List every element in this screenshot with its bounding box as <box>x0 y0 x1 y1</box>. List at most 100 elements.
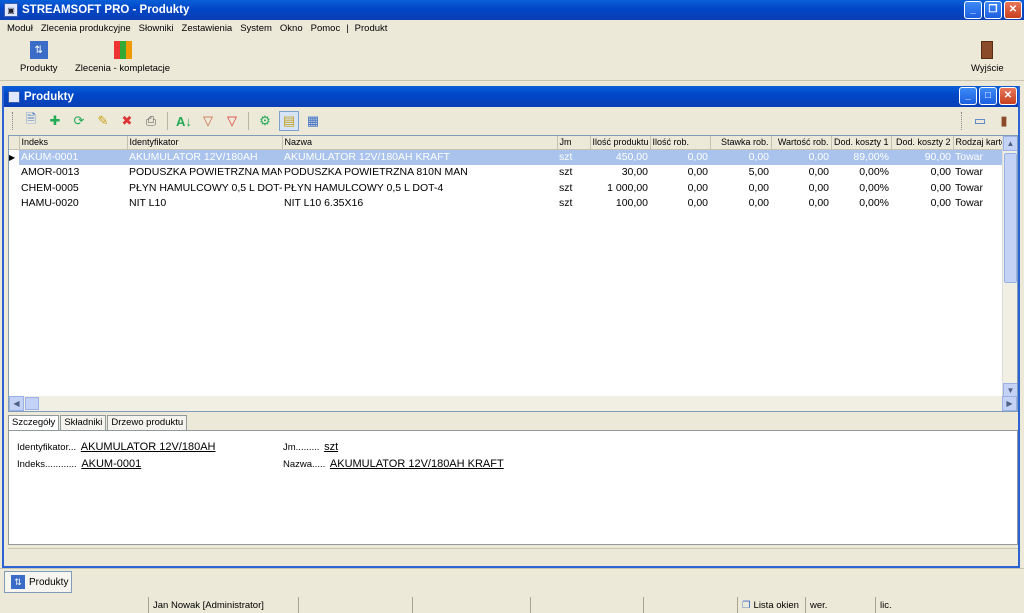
nazwa-value[interactable]: AKUMULATOR 12V/180AH KRAFT <box>330 458 504 470</box>
column-header[interactable]: Identyfikator <box>127 136 283 150</box>
orders-icon <box>113 41 132 59</box>
column-header[interactable]: Indeks <box>19 136 128 150</box>
taskbar-produkty-label: Produkty <box>29 576 69 588</box>
menu-item-system[interactable]: System <box>236 23 276 34</box>
column-header[interactable]: Jm <box>557 136 591 150</box>
tree-view-icon[interactable]: ▤ <box>279 111 299 131</box>
nazwa-label: Nazwa..... <box>283 459 326 470</box>
menu-item-okno[interactable]: Okno <box>276 23 307 34</box>
table-cell: szt <box>559 197 573 210</box>
column-header[interactable]: Stawka rob. <box>710 136 772 150</box>
table-cell: NIT L10 <box>129 197 167 210</box>
scroll-up-icon[interactable]: ▲ <box>1003 136 1017 151</box>
table-cell: szt <box>559 181 573 194</box>
windows-list-button[interactable]: ❐ Lista okien <box>737 597 805 613</box>
products-table: Indeks Identyfikator Nazwa Jm Ilość prod… <box>9 136 1010 211</box>
table-cell: 450,00 <box>590 149 650 165</box>
maximize-icon[interactable]: □ <box>979 87 997 105</box>
jm-value[interactable]: szt <box>324 441 338 453</box>
jm-label: Jm......... <box>283 442 320 453</box>
calculator-icon[interactable]: ▦ <box>303 111 323 131</box>
minimize-icon[interactable]: _ <box>959 87 977 105</box>
hscroll-thumb[interactable] <box>25 397 39 410</box>
filter-icon[interactable]: ▽ <box>198 111 218 131</box>
table-cell: PŁYN HAMULCOWY 0,5 L DOT-4 <box>284 181 444 194</box>
close-icon[interactable]: ✕ <box>999 87 1017 105</box>
table-cell: 30,00 <box>621 166 648 179</box>
produkty-button[interactable]: ⇅ Produkty <box>20 41 58 74</box>
toolbar-separator <box>248 112 249 130</box>
table-cell: 0,00 <box>687 181 708 194</box>
edit-icon[interactable]: ✎ <box>93 111 113 131</box>
windows-list-label: Lista okien <box>753 599 799 611</box>
zlecenia-label: Zlecenia - kompletacje <box>75 63 171 74</box>
settings-icon[interactable]: ⚙ <box>255 111 275 131</box>
table-cell: AKUMULATOR 12V/180AH <box>127 149 282 165</box>
menu-item-zlecenia[interactable]: Zlecenia produkcyjne <box>37 23 135 34</box>
scroll-left-icon[interactable]: ◀ <box>9 396 24 411</box>
table-row[interactable]: HAMU-0020 NIT L10 NIT L10 6.35X16 szt 100,00… <box>9 196 1009 212</box>
delete-icon[interactable]: ✖ <box>117 111 137 131</box>
table-row[interactable]: AMOR-0013 PODUSZKA POWIETRZNA MAN PODUSZKA… <box>9 165 1009 181</box>
menu-item-modul[interactable]: Moduł <box>3 23 37 34</box>
menu-item-zestawienia[interactable]: Zestawienia <box>178 23 237 34</box>
window-status-strip <box>8 548 1018 564</box>
toolbar-separator <box>167 112 168 130</box>
status-empty-1 <box>0 597 148 613</box>
table-cell: 0,00 <box>748 181 769 194</box>
view-icon[interactable]: 🗎 <box>21 111 41 131</box>
minimize-icon[interactable]: _ <box>964 1 982 19</box>
column-header[interactable]: Wartość rob. <box>771 136 832 150</box>
refresh-icon[interactable]: ⟳ <box>69 111 89 131</box>
window-icon <box>8 90 20 103</box>
menu-item-produkt[interactable]: Produkt <box>351 23 392 34</box>
column-header[interactable]: Rodzaj kartoteki <box>953 136 1010 150</box>
products-grid: Indeks Identyfikator Nazwa Jm Ilość prod… <box>8 135 1018 412</box>
table-row[interactable]: ▶ AKUM-0001 AKUMULATOR 12V/180AH AKUMULATOR… <box>9 149 1009 165</box>
layout-icon[interactable]: ▭ <box>970 111 990 131</box>
products-toolbar: 🗎 ✚ ⟳ ✎ ✖ ⎙ A↓ ▽ ▽ ⚙ ▤ ▦ ▭ ▮ <box>8 108 1016 134</box>
sort-icon[interactable]: A↓ <box>174 111 194 131</box>
menu-item-slowniki[interactable]: Słowniki <box>135 23 178 34</box>
table-cell: HAMU-0020 <box>21 197 79 210</box>
table-cell: 0,00 <box>650 149 710 165</box>
table-cell: PODUSZKA POWIETRZNA 810N MAN <box>284 166 468 179</box>
column-header[interactable]: Dod. koszty 2 <box>891 136 954 150</box>
column-header[interactable]: Ilość produktu <box>590 136 651 150</box>
table-cell: Towar <box>953 149 1009 165</box>
print-icon[interactable]: ⎙ <box>141 111 161 131</box>
scroll-right-icon[interactable]: ▶ <box>1002 396 1017 411</box>
clear-filter-icon[interactable]: ▽ <box>222 111 242 131</box>
main-toolbar: ⇅ Produkty Zlecenia - kompletacje Wyjści… <box>0 37 1024 81</box>
row-indicator-header <box>9 136 20 150</box>
scroll-thumb[interactable] <box>1004 153 1017 283</box>
identyfikator-value[interactable]: AKUMULATOR 12V/180AH <box>81 441 216 453</box>
table-cell: 0,00 <box>808 166 829 179</box>
column-header[interactable]: Nazwa <box>282 136 558 150</box>
indeks-value[interactable]: AKUM-0001 <box>81 458 141 470</box>
table-cell: szt <box>559 166 573 179</box>
column-header[interactable]: Ilość rob. <box>650 136 711 150</box>
vertical-scrollbar[interactable]: ▲ ▼ <box>1002 136 1017 398</box>
tab-drzewo-produktu[interactable]: Drzewo produktu <box>107 415 188 430</box>
menu-item-pomoc[interactable]: Pomoc <box>307 23 345 34</box>
close-icon[interactable]: ✕ <box>1004 1 1022 19</box>
horizontal-scrollbar[interactable]: ◀ ▶ <box>9 396 1017 411</box>
add-icon[interactable]: ✚ <box>45 111 65 131</box>
taskbar-produkty-button[interactable]: ⇅ Produkty <box>4 571 72 593</box>
row-indicator <box>9 165 19 181</box>
restore-icon[interactable]: ❐ <box>984 1 1002 19</box>
zlecenia-button[interactable]: Zlecenia - kompletacje <box>75 41 170 74</box>
table-cell: 90,00 <box>891 149 953 165</box>
tab-skladniki[interactable]: Składniki <box>60 415 107 430</box>
table-row[interactable]: CHEM-0005 PŁYN HAMULCOWY 0,5 L DOT-4 PŁYN … <box>9 180 1009 196</box>
status-empty-5 <box>643 597 737 613</box>
wyjscie-label: Wyjście <box>971 63 1004 74</box>
column-header[interactable]: Dod. koszty 1 <box>831 136 892 150</box>
table-cell: 0,00 <box>930 197 951 210</box>
row-indicator <box>9 196 19 212</box>
table-cell: AMOR-0013 <box>21 166 80 179</box>
exit-icon[interactable]: ▮ <box>994 111 1014 131</box>
status-bar: Jan Nowak [Administrator] ❐ Lista okien … <box>0 597 1024 613</box>
wyjscie-button[interactable]: Wyjście <box>971 41 1004 74</box>
